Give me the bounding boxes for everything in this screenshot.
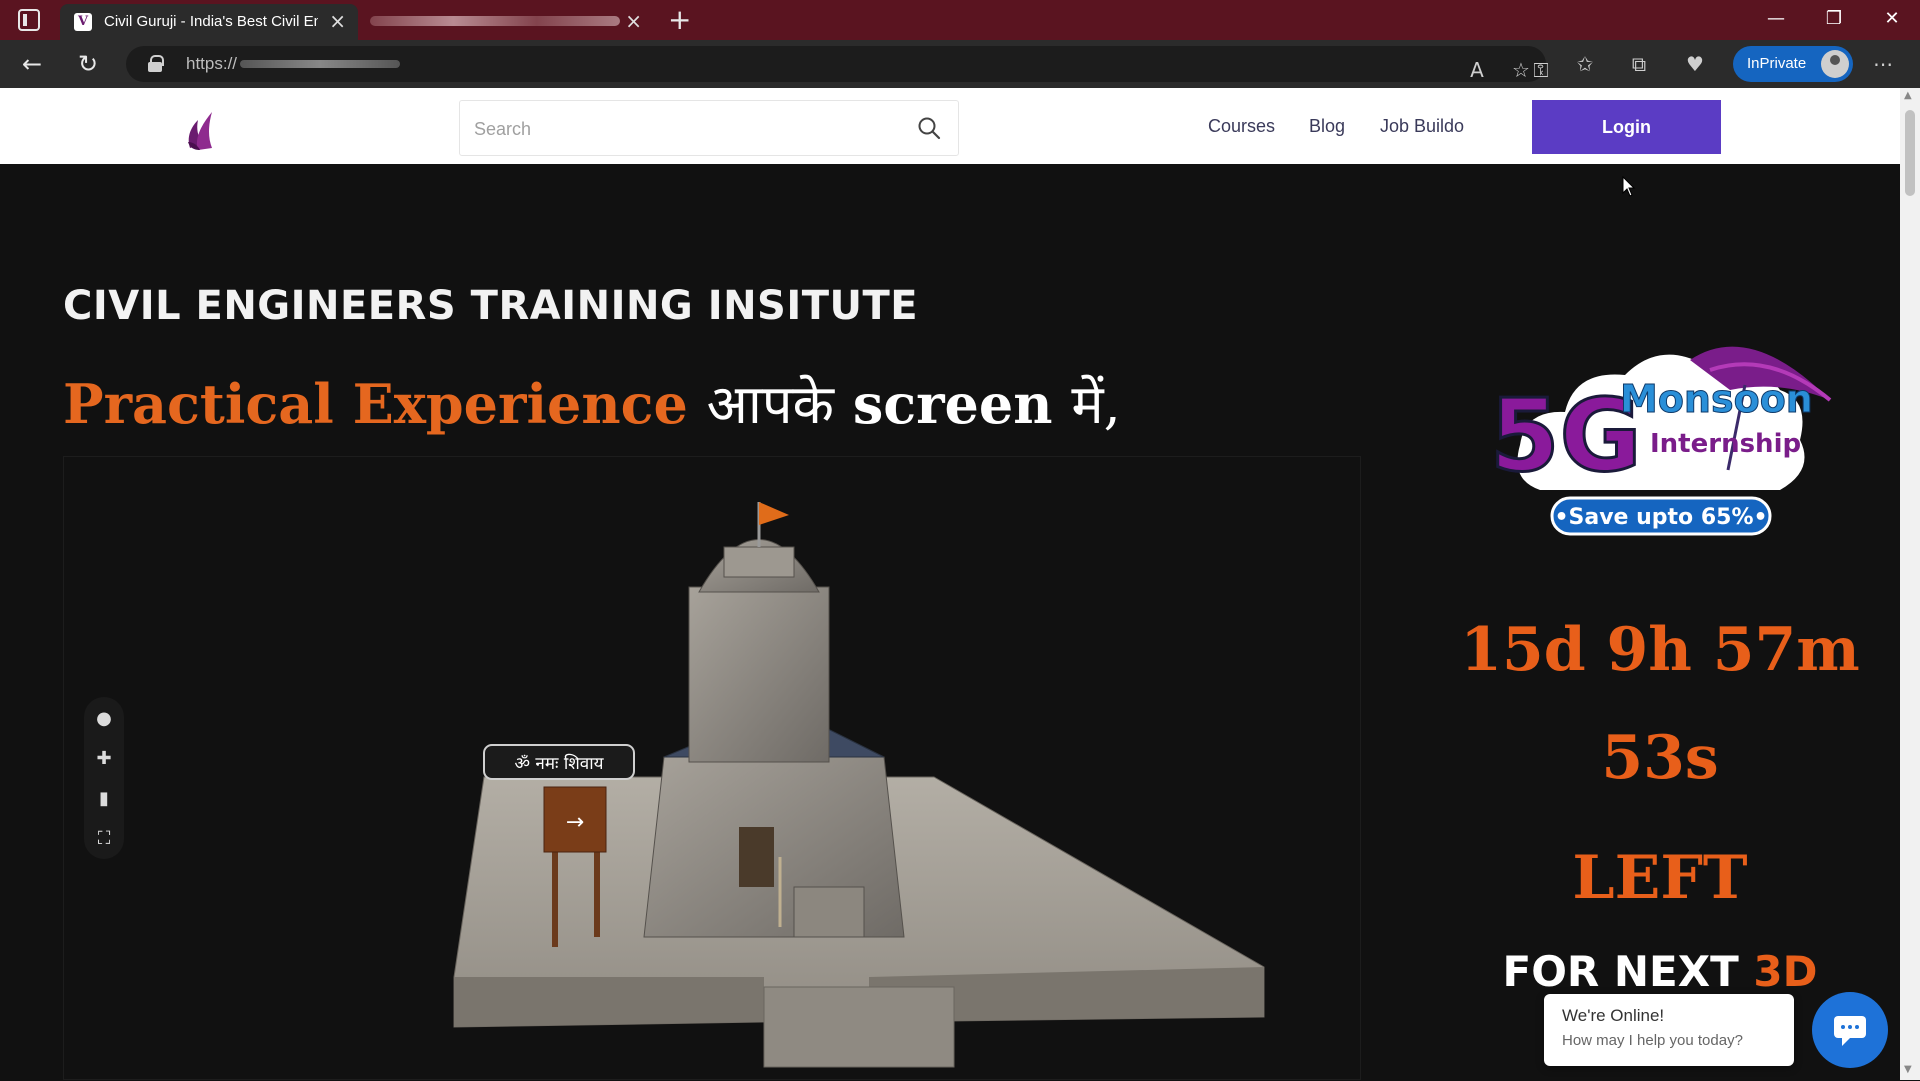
tab-close-icon[interactable]: × [329,9,346,33]
search-input[interactable] [474,115,874,143]
url-text: https:// [186,54,238,73]
search-box [459,100,959,156]
hero-subheading: Practical Experience आपके screen में, [63,365,1121,439]
login-button[interactable]: Login [1532,100,1721,154]
promo-internship-text: Internship [1650,429,1801,459]
mouse-cursor-icon [1622,176,1636,197]
next-3d-text: 3D [1753,947,1818,996]
promo-5g-text: 5G [1490,377,1642,494]
next-text: FOR NEXT [1502,947,1739,996]
more-menu-icon[interactable]: ⋯ [1868,50,1898,78]
reload-button[interactable]: ↻ [78,50,98,78]
tab-actions-icon[interactable] [18,9,40,31]
page-scrollbar[interactable]: ▲ ▼ [1900,88,1920,1080]
minimize-button[interactable]: — [1756,6,1796,32]
read-aloud-icon[interactable]: A [1462,56,1492,84]
next-3d-line: FOR NEXT 3D [1440,947,1880,996]
tab-title: Civil Guruji - India's Best Civil Eng [104,13,318,30]
tab-civil-guruji[interactable]: V Civil Guruji - India's Best Civil Eng … [60,4,358,40]
nav-courses[interactable]: Courses [1208,116,1275,137]
search-icon[interactable] [916,115,942,141]
hero-sub-hindi-2: में, [1071,373,1121,436]
chat-title: We're Online! [1562,1006,1665,1025]
collections-icon[interactable]: ⧉ [1624,50,1654,78]
countdown-left: LEFT [1572,843,1748,913]
site-header: Courses Blog Job Buildo Login [0,88,1900,164]
temple-3d-viewer[interactable]: ● ✚ ▮ ⛶ → ॐ नमः शिवाय [63,456,1361,1080]
viewer-sign-text[interactable]: ॐ नमः शिवाय [514,753,604,774]
back-button[interactable]: ← [22,50,42,78]
promo-save-text: •Save upto 65%• [1554,505,1767,530]
redacted-url [240,60,400,68]
chat-icon [1834,1016,1866,1046]
temple-model-image: → ॐ नमः शिवाय [453,502,1265,1068]
redacted-tab-title [370,16,620,26]
nav-job-buildo[interactable]: Job Buildo [1380,116,1464,137]
svg-text:→: → [566,810,584,835]
hero-sub-hindi-1: आपके [706,373,835,436]
inprivate-badge[interactable]: InPrivate [1733,46,1853,82]
chat-greeting-bubble[interactable]: We're Online! How may I help you today? [1544,994,1794,1066]
address-bar-row: ← ↻ https:// ⚿ A ☆ ✩ ⧉ ♥ InPrivate ⋯ [0,40,1920,88]
hero-sub-screen: screen [852,372,1053,436]
hero-heading: CIVIL ENGINEERS TRAINING INSITUTE [63,283,919,329]
hero-sub-orange: Practical Experience [63,372,688,436]
promo-monsoon-text: Monsoon [1620,377,1813,421]
lock-icon [148,55,164,72]
inprivate-label: InPrivate [1747,55,1807,72]
monsoon-internship-banner[interactable]: 5G Monsoon Internship •Save upto 65%• [1480,330,1840,540]
profile-avatar-icon [1821,50,1849,78]
nav-blog[interactable]: Blog [1309,116,1345,137]
scroll-thumb[interactable] [1905,110,1915,196]
scroll-down-icon[interactable]: ▼ [1904,1064,1912,1075]
site-logo-icon[interactable] [184,108,218,152]
chat-open-button[interactable] [1812,992,1888,1068]
close-window-button[interactable]: ✕ [1872,6,1912,32]
new-tab-button[interactable]: + [668,4,691,36]
countdown-days-hours-minutes: 15d 9h 57m [1460,615,1860,685]
favorites-icon[interactable]: ✩ [1570,50,1600,78]
browser-essentials-icon[interactable]: ♥ [1680,50,1710,78]
site-favicon-icon: V [74,13,92,31]
favorite-star-icon[interactable]: ☆ [1506,56,1536,84]
tab-redacted[interactable]: × [364,4,654,40]
restore-button[interactable]: ❐ [1814,6,1854,32]
browser-tab-bar: V Civil Guruji - India's Best Civil Eng … [0,0,1920,40]
chat-subtitle: How may I help you today? [1562,1032,1743,1049]
url-field[interactable]: https:// ⚿ A ☆ [126,46,1549,84]
countdown-seconds: 53s [1601,723,1719,793]
scroll-up-icon[interactable]: ▲ [1904,90,1912,101]
tab-close-icon[interactable]: × [625,9,642,33]
